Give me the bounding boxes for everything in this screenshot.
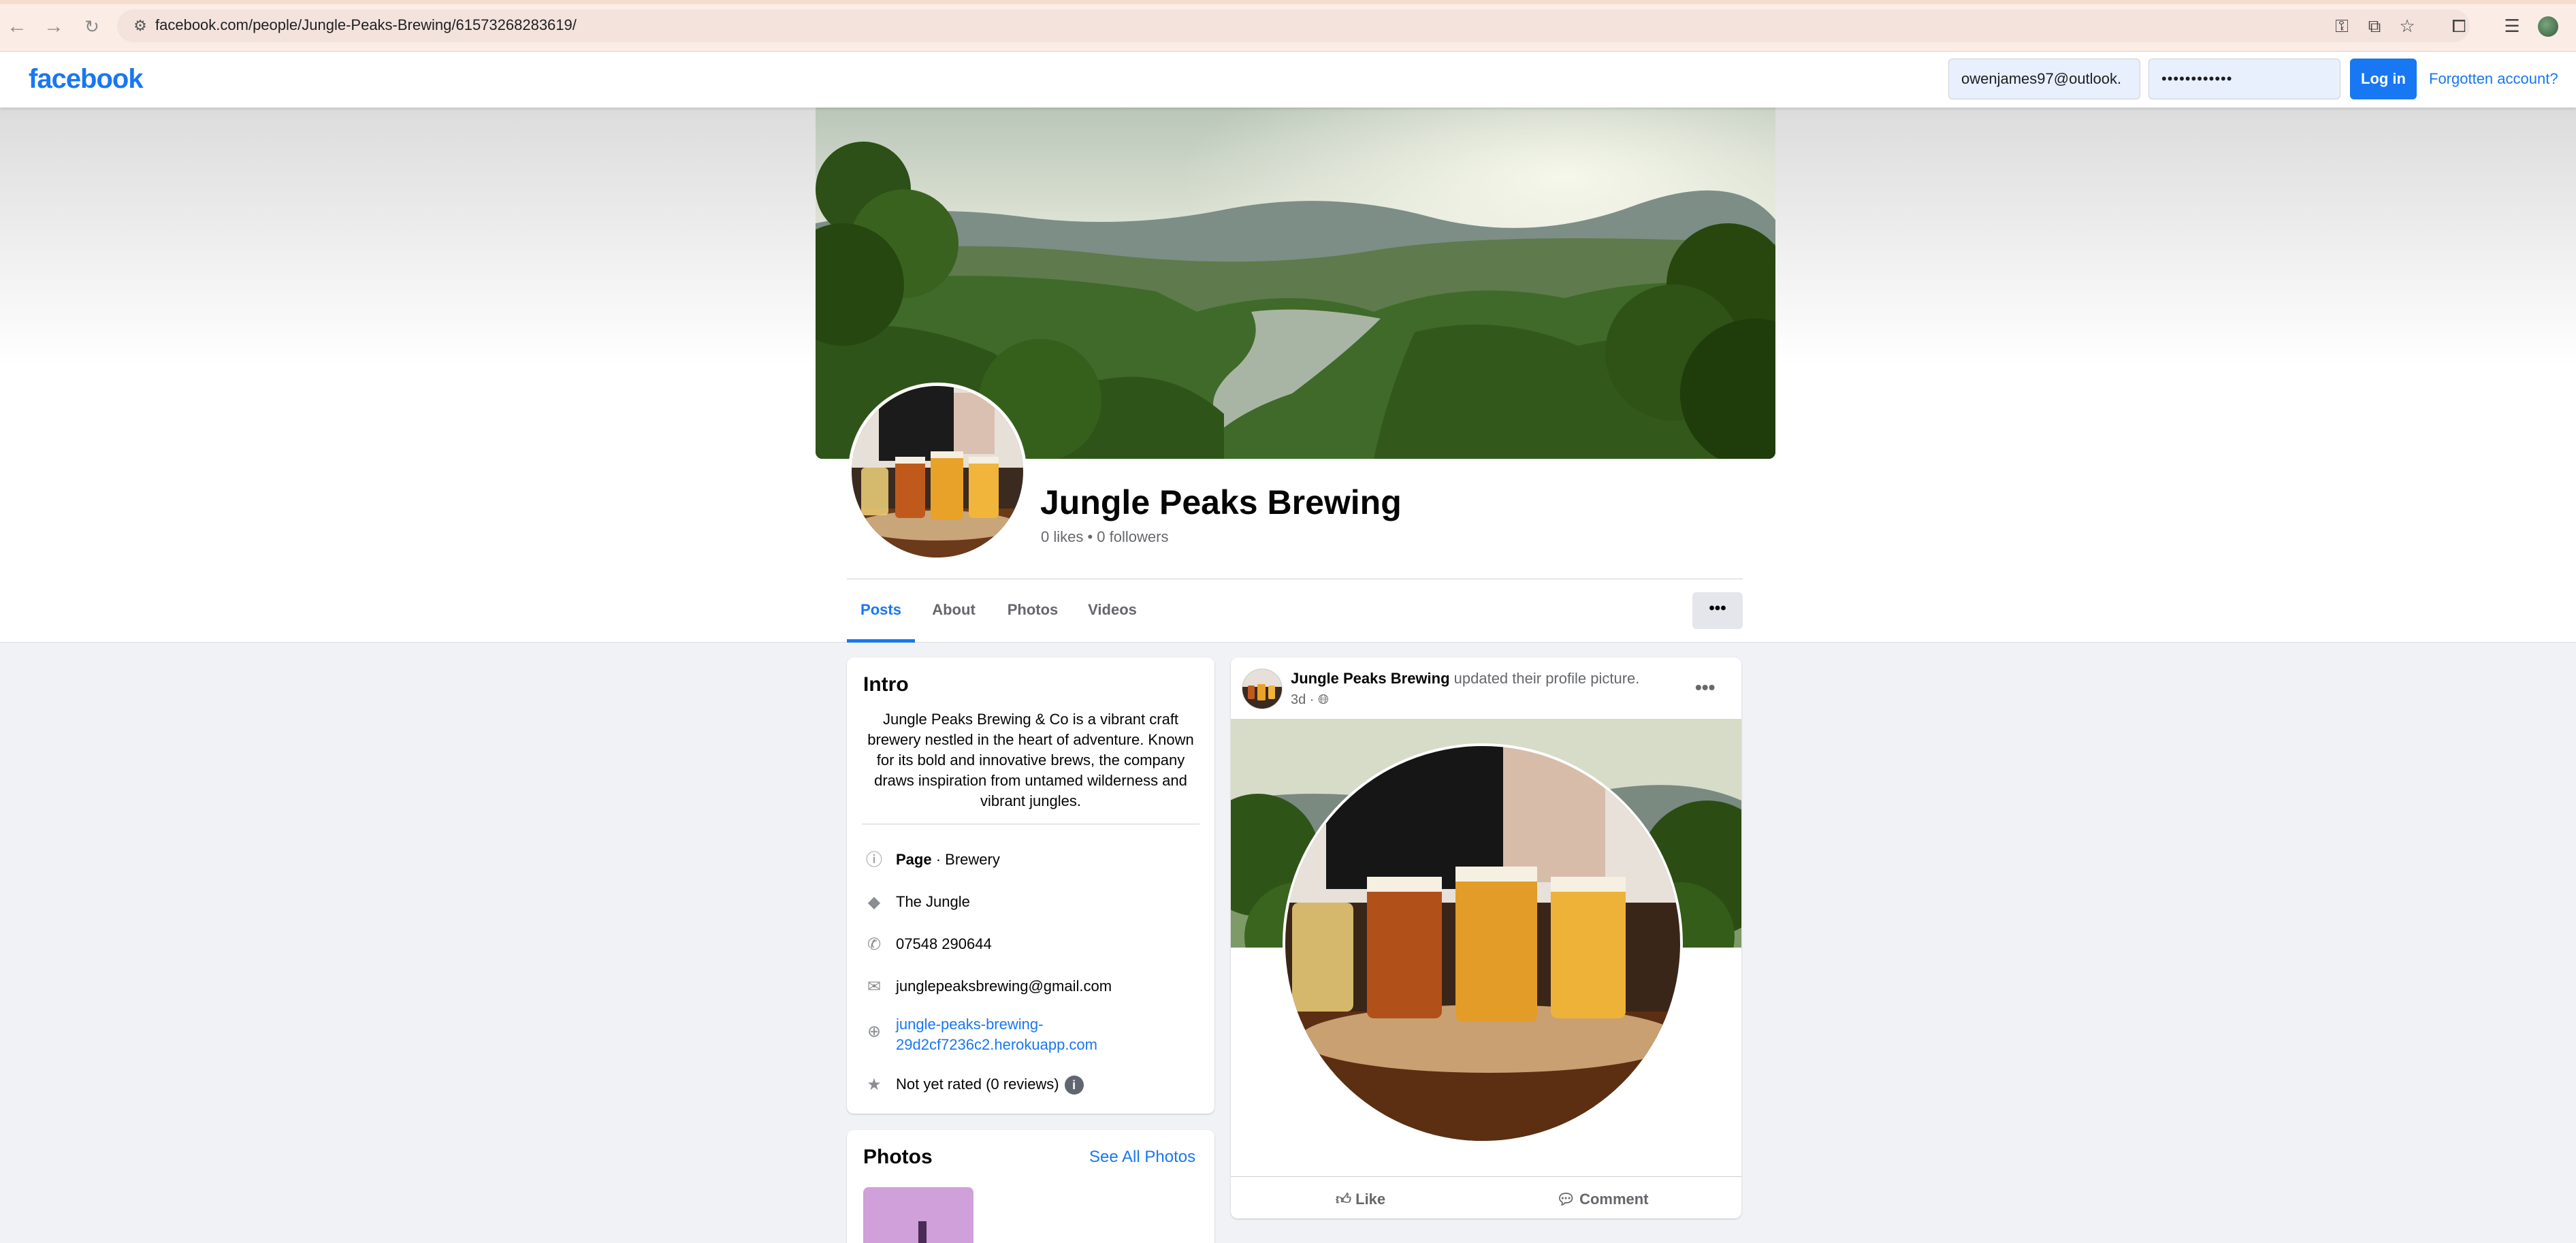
post-avatar-image — [1242, 669, 1282, 709]
more-options-button[interactable]: ••• — [1692, 592, 1743, 629]
info-rating-text: Not yet rated (0 reviews) i — [896, 1074, 1084, 1095]
post-timestamp[interactable]: 3d · — [1291, 692, 1314, 707]
info-phone-text: 07548 290644 — [896, 935, 992, 952]
comment-button[interactable]: 💬︎ Comment — [1556, 1184, 1649, 1214]
globe-privacy-icon: 🌐︎ — [1318, 692, 1330, 707]
rating-info-icon[interactable]: i — [1064, 1076, 1084, 1095]
login-button[interactable]: Log in — [2350, 59, 2417, 99]
tab-posts[interactable]: Posts — [847, 591, 915, 643]
post-action-text: updated their profile picture. — [1449, 670, 1640, 687]
info-category-text: Page · Brewery — [896, 851, 1000, 868]
star-icon[interactable]: ☆ — [2395, 14, 2419, 38]
post-author-link[interactable]: Jungle Peaks Brewing — [1291, 670, 1450, 687]
reload-icon[interactable]: ↻ — [80, 15, 103, 38]
browser-profile-avatar[interactable] — [2538, 16, 2558, 37]
beer-flight-image — [852, 386, 1023, 558]
tab-about[interactable]: About — [924, 591, 983, 643]
forward-icon[interactable]: → — [42, 15, 65, 38]
password-field[interactable]: •••••••••••• — [2148, 59, 2340, 99]
page-title: Jungle Peaks Brewing — [1040, 483, 1402, 521]
back-icon[interactable]: ← — [5, 15, 29, 38]
location-icon: ◆ — [867, 893, 881, 911]
tab-photos[interactable]: Photos — [999, 591, 1066, 643]
intro-title: Intro — [863, 673, 909, 696]
email-icon: ✉ — [867, 978, 882, 996]
info-email-text: junglepeaksbrewing@gmail.com — [896, 978, 1112, 995]
info-website-link[interactable]: jungle-peaks-brewing- 29d2cf7236c2.herok… — [896, 1014, 1097, 1055]
browser-tab-strip — [0, 0, 2576, 4]
page-stats[interactable]: 0 likes • 0 followers — [1041, 527, 1168, 547]
comment-icon: 💬︎ — [1556, 1191, 1575, 1208]
site-info-icon[interactable]: ⚙ — [131, 16, 150, 35]
tab-videos[interactable]: Videos — [1081, 591, 1144, 643]
post-action-divider — [1231, 1176, 1741, 1177]
globe-icon: ⊕ — [867, 1022, 882, 1041]
like-icon: 👍︎ — [1336, 1191, 1351, 1208]
see-all-photos-link[interactable]: See All Photos — [1089, 1146, 1195, 1168]
star-rating-icon: ★ — [867, 1076, 882, 1094]
forgot-account-link[interactable]: Forgotten account? — [2429, 67, 2558, 91]
post-image[interactable] — [1231, 719, 1741, 1176]
facebook-header: facebook owenjames97@outlook. ••••••••••… — [0, 52, 2576, 108]
photos-title: Photos — [863, 1146, 933, 1168]
profile-picture[interactable] — [848, 383, 1027, 561]
intro-bio: Jungle Peaks Brewing & Co is a vibrant c… — [867, 711, 1194, 809]
url-text[interactable]: facebook.com/people/Jungle-Peaks-Brewing… — [155, 15, 577, 35]
photo-thumbnail-mark — [918, 1221, 927, 1243]
post-header: Jungle Peaks Brewing updated their profi… — [1291, 668, 1639, 689]
post-meta: 3d · 🌐︎ — [1291, 690, 1329, 709]
post-photo — [1231, 719, 1741, 1176]
facebook-logo[interactable]: facebook — [29, 63, 144, 95]
install-icon[interactable]: ⧉ — [2362, 14, 2387, 38]
email-field[interactable]: owenjames97@outlook. — [1948, 59, 2140, 99]
extensions-icon[interactable]: ⧠ — [2447, 14, 2471, 38]
like-button[interactable]: 👍︎ Like — [1336, 1184, 1385, 1214]
key-icon[interactable]: ⚿ — [2330, 14, 2354, 38]
post-options-button[interactable]: ••• — [1695, 674, 1715, 701]
phone-icon: ✆ — [867, 935, 882, 954]
info-icon: ⓘ — [866, 851, 882, 869]
post-author-avatar[interactable] — [1242, 668, 1283, 709]
reading-list-icon[interactable]: ☰ — [2500, 14, 2524, 38]
info-location-text: The Jungle — [896, 893, 970, 910]
